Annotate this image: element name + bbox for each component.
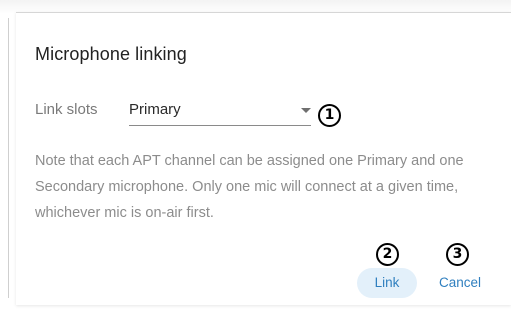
link-button[interactable]: Link [357,268,417,298]
page: Microphone linking Link slots Primary No… [0,0,511,314]
link-slots-select[interactable]: Primary [129,95,311,126]
cancel-button[interactable]: Cancel [430,268,490,298]
annotation-marker-3: 3 [446,243,469,266]
linking-note-text: Note that each APT channel can be assign… [35,153,464,221]
microphone-linking-dialog: Microphone linking Link slots Primary No… [16,12,511,305]
link-slots-label: Link slots [35,101,98,118]
background-divider [8,18,9,298]
dialog-title: Microphone linking [35,44,187,64]
annotation-marker-1: 1 [318,104,341,127]
link-slots-selected-value: Primary [129,101,181,118]
annotation-marker-2: 2 [376,243,399,266]
dropdown-arrow-icon [301,108,311,113]
